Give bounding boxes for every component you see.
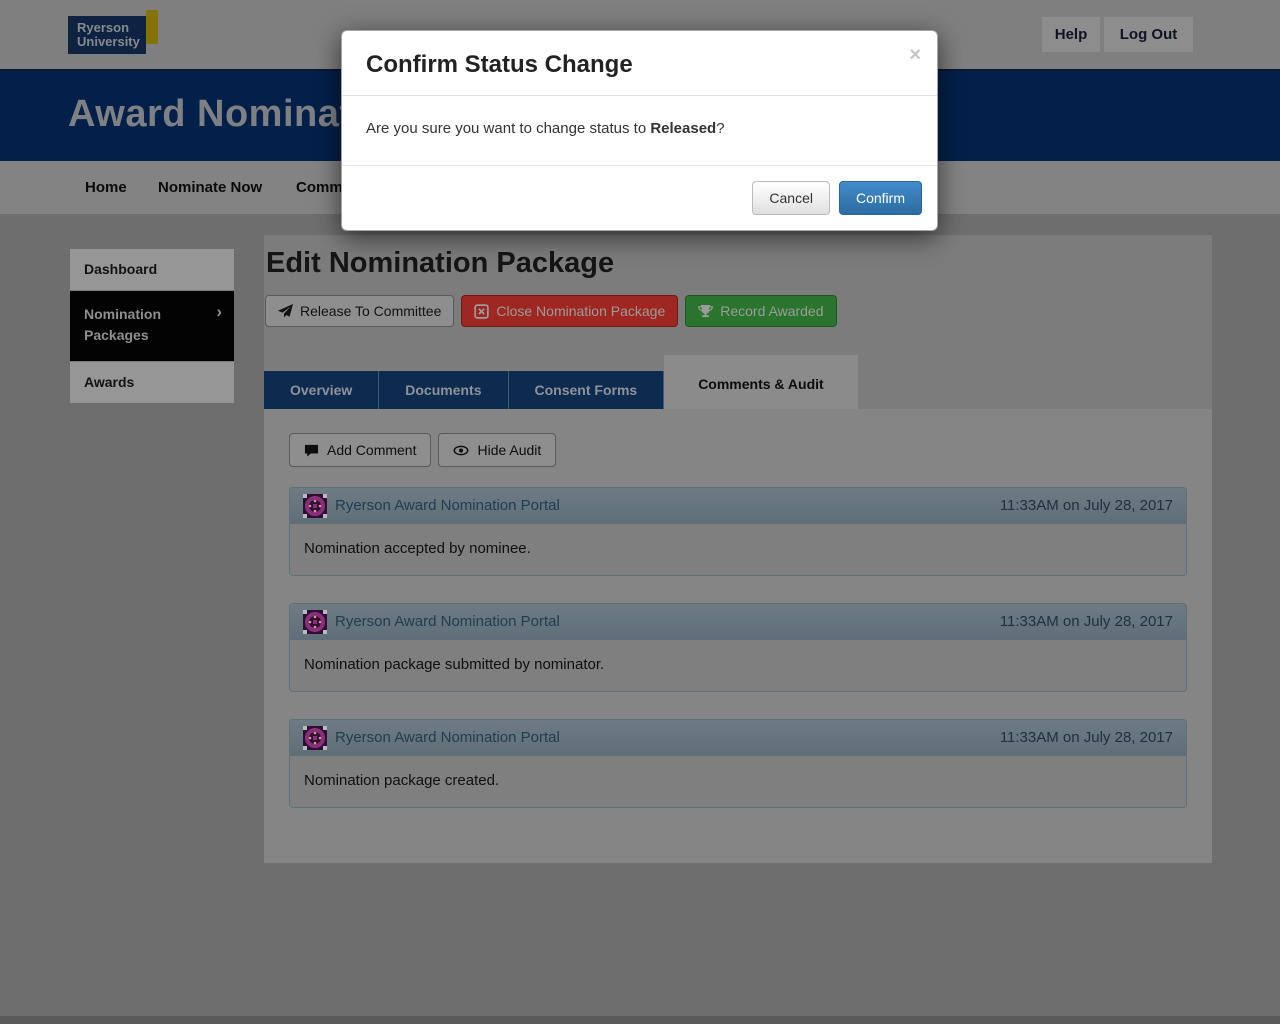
button-label: Record Awarded: [720, 303, 823, 319]
avatar: [303, 494, 327, 518]
tab-documents[interactable]: Documents: [379, 371, 508, 409]
logout-button[interactable]: Log Out: [1104, 17, 1193, 52]
audit-entry-header: Ryerson Award Nomination Portal 11:33AM …: [290, 720, 1186, 756]
chevron-right-icon: ›: [216, 301, 222, 322]
close-icon[interactable]: ×: [909, 45, 921, 65]
audit-timestamp: 11:33AM on July 28, 2017: [1000, 613, 1173, 630]
content-area: Edit Nomination Package Release To Commi…: [264, 235, 1212, 857]
tab-comments-audit[interactable]: Comments & Audit: [664, 355, 857, 409]
pane-button-row: Add Comment Hide Audit: [289, 433, 1187, 467]
modal-status-value: Released: [650, 120, 716, 137]
audit-entry: Ryerson Award Nomination Portal 11:33AM …: [289, 719, 1187, 808]
button-label: Release To Committee: [300, 303, 441, 319]
audit-author: Ryerson Award Nomination Portal: [335, 613, 560, 630]
nav-item-nominate-now[interactable]: Nominate Now: [158, 161, 262, 214]
sidebar: Dashboard Nomination Packages › Awards: [70, 249, 234, 403]
nav-item-home[interactable]: Home: [85, 161, 127, 214]
audit-author: Ryerson Award Nomination Portal: [335, 497, 560, 514]
modal-message-prefix: Are you sure you want to change status t…: [366, 120, 650, 137]
trophy-icon: [698, 304, 713, 319]
help-button[interactable]: Help: [1042, 17, 1100, 52]
eye-icon: [453, 443, 469, 458]
audit-message: Nomination accepted by nominee.: [290, 524, 1186, 575]
logo-gold-bar: [146, 10, 158, 44]
tab-bar: Overview Documents Consent Forms Comment…: [264, 355, 1212, 409]
audit-entry: Ryerson Award Nomination Portal 11:33AM …: [289, 487, 1187, 576]
add-comment-button[interactable]: Add Comment: [289, 433, 431, 467]
release-to-committee-button[interactable]: Release To Committee: [265, 295, 454, 327]
sidebar-item-dashboard[interactable]: Dashboard: [70, 249, 234, 291]
modal-title: Confirm Status Change: [366, 51, 913, 79]
audit-message: Nomination package created.: [290, 756, 1186, 807]
button-label: Add Comment: [327, 442, 416, 458]
logo-line1: Ryerson: [77, 21, 146, 35]
modal-message-suffix: ?: [716, 120, 724, 137]
modal-header: Confirm Status Change ×: [342, 31, 937, 96]
close-square-icon: [474, 304, 489, 319]
modal-footer: Cancel Confirm: [342, 165, 937, 230]
audit-entry: Ryerson Award Nomination Portal 11:33AM …: [289, 603, 1187, 692]
audit-entry-header: Ryerson Award Nomination Portal 11:33AM …: [290, 488, 1186, 524]
avatar: [303, 726, 327, 750]
sidebar-item-label: Awards: [84, 374, 134, 390]
action-button-row: Release To Committee Close Nomination Pa…: [265, 295, 1212, 327]
button-label: Hide Audit: [477, 442, 541, 458]
comments-audit-pane: Add Comment Hide Audit: [264, 409, 1212, 863]
sidebar-item-nomination-packages[interactable]: Nomination Packages ›: [70, 291, 234, 362]
confirm-status-change-modal: Confirm Status Change × Are you sure you…: [341, 30, 938, 231]
avatar: [303, 610, 327, 634]
sidebar-item-awards[interactable]: Awards: [70, 362, 234, 403]
tab-overview[interactable]: Overview: [264, 371, 379, 409]
modal-body: Are you sure you want to change status t…: [342, 96, 937, 165]
record-awarded-button[interactable]: Record Awarded: [685, 295, 836, 327]
cancel-button[interactable]: Cancel: [752, 181, 830, 215]
audit-timestamp: 11:33AM on July 28, 2017: [1000, 729, 1173, 746]
close-nomination-package-button[interactable]: Close Nomination Package: [461, 295, 678, 327]
tab-consent-forms[interactable]: Consent Forms: [509, 371, 665, 409]
page-title: Edit Nomination Package: [266, 247, 1212, 287]
footer-bar: [0, 1016, 1280, 1024]
audit-timestamp: 11:33AM on July 28, 2017: [1000, 497, 1173, 514]
sidebar-item-label: Dashboard: [84, 261, 157, 277]
hide-audit-button[interactable]: Hide Audit: [438, 433, 556, 467]
audit-entry-header: Ryerson Award Nomination Portal 11:33AM …: [290, 604, 1186, 640]
sidebar-item-label: Nomination Packages: [84, 304, 194, 346]
send-icon: [278, 304, 293, 319]
logo-line2: University: [77, 35, 146, 49]
confirm-button[interactable]: Confirm: [839, 181, 922, 215]
comment-icon: [304, 443, 319, 458]
ryerson-logo: Ryerson University: [68, 16, 146, 54]
button-label: Close Nomination Package: [496, 303, 665, 319]
audit-author: Ryerson Award Nomination Portal: [335, 729, 560, 746]
audit-message: Nomination package submitted by nominato…: [290, 640, 1186, 691]
